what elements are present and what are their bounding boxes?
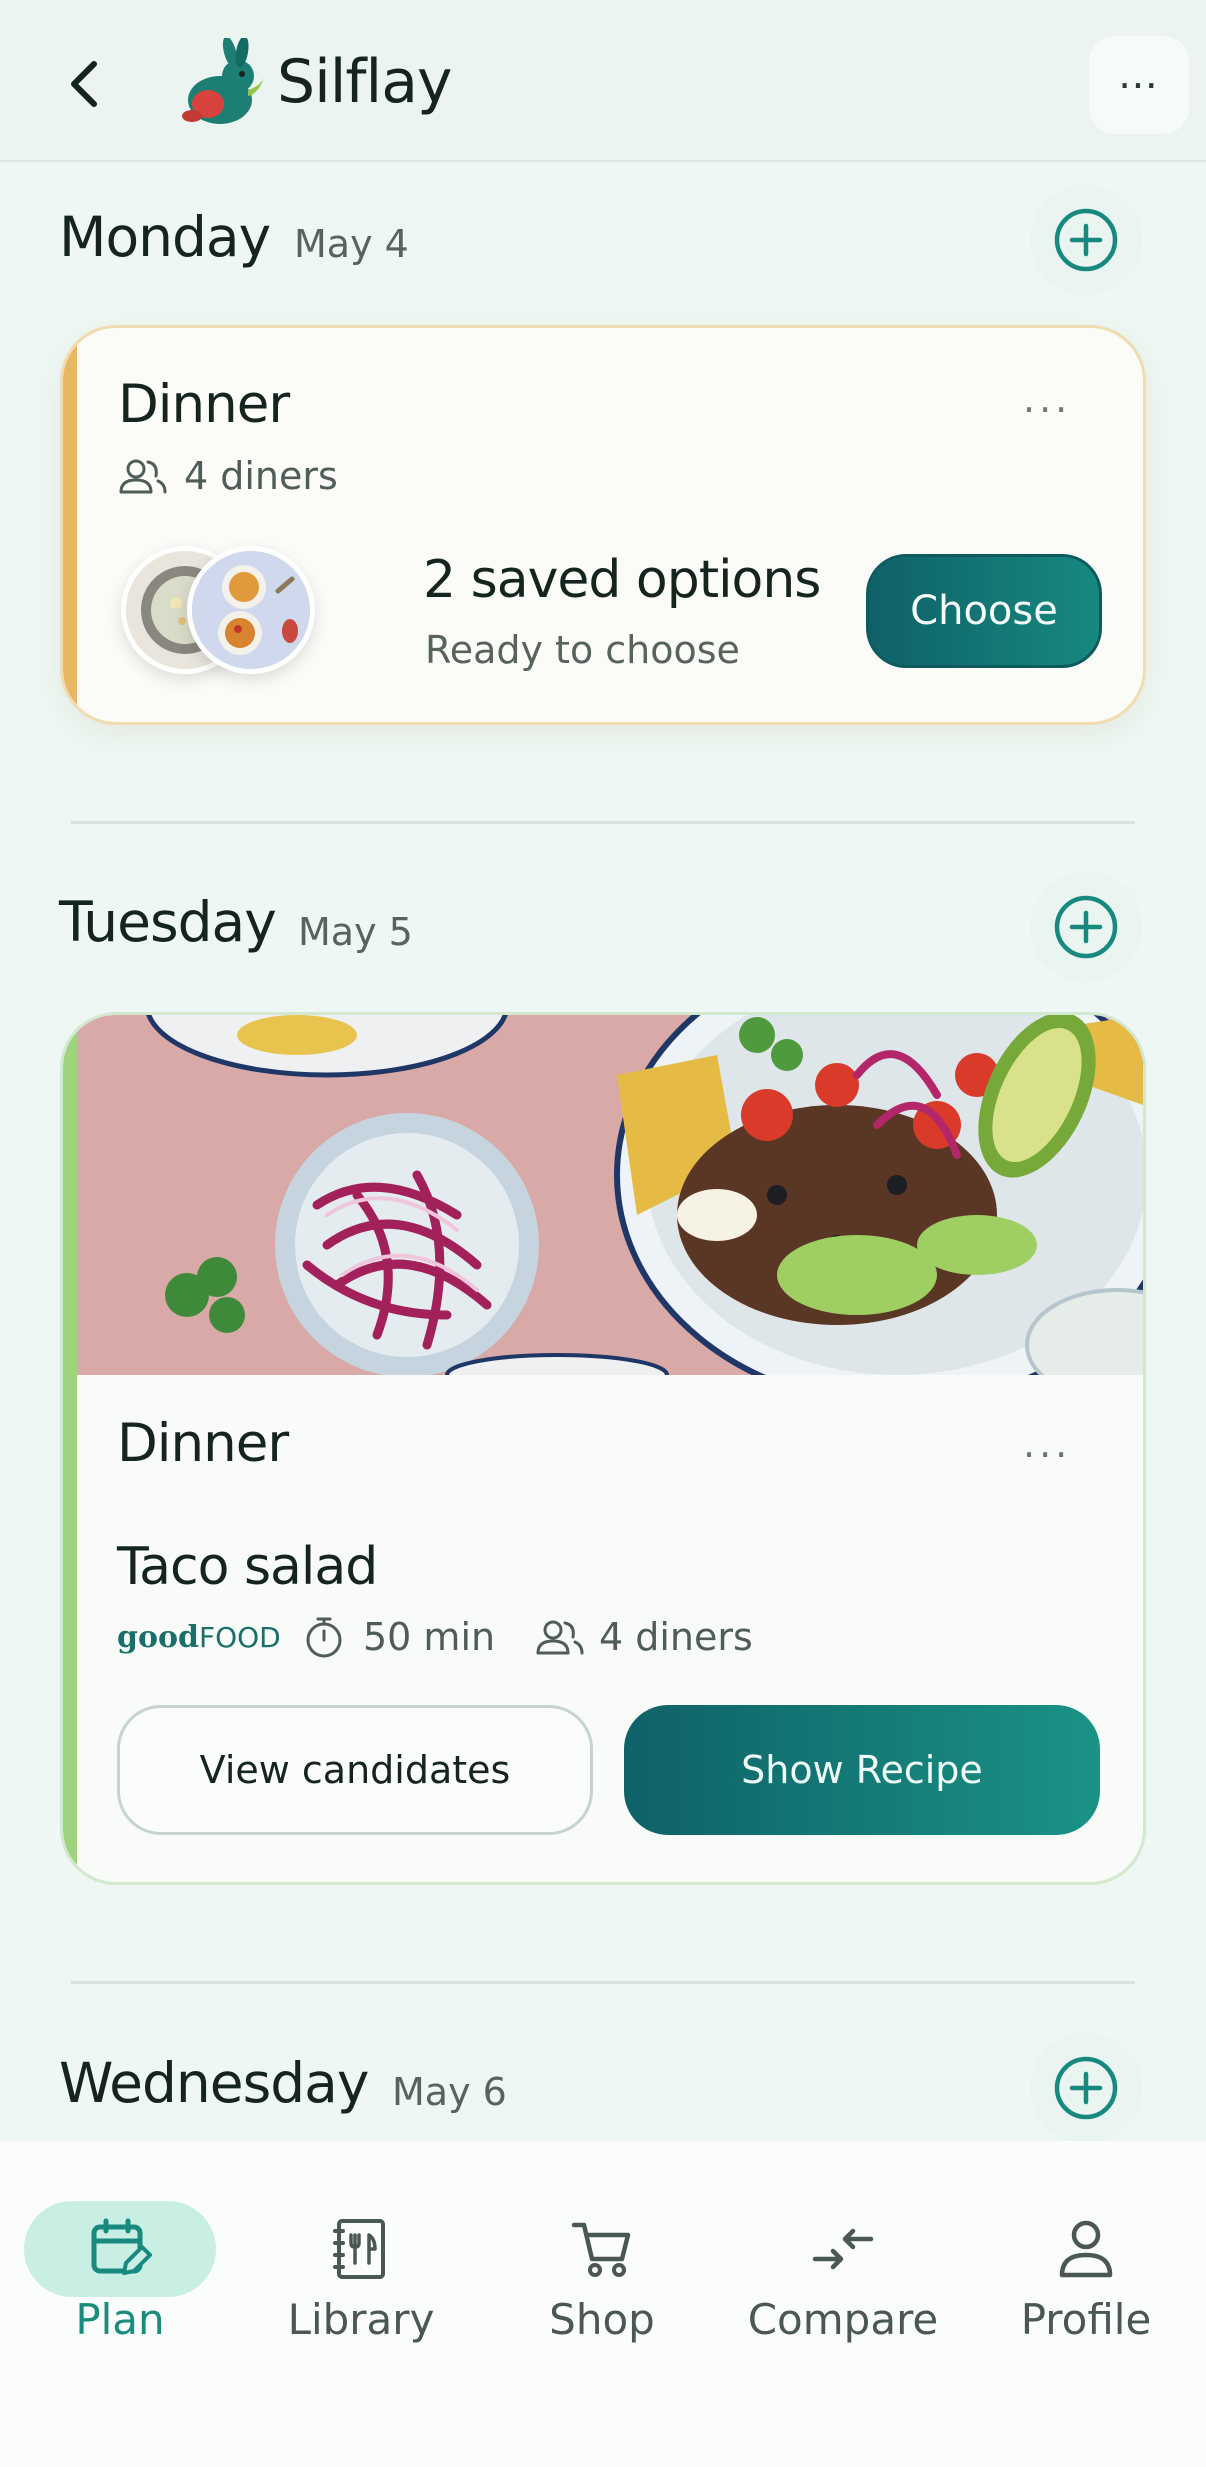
nav-item-shop[interactable]: Shop [492,2171,712,2361]
app-header: Silflay ⋯ [0,0,1206,162]
day-date-wednesday: May 6 [392,2070,507,2114]
nav-icon-wrap [506,2201,698,2297]
card-accent-bar [63,328,77,722]
more-horizontal-icon: ⋯ [1118,62,1160,108]
app-title: Silflay [277,47,452,117]
source-logo-light: FOOD [198,1621,281,1654]
show-recipe-button[interactable]: Show Recipe [624,1705,1100,1835]
day-divider [71,821,1135,824]
recipe-name: Taco salad [117,1537,378,1597]
nav-icon-wrap [990,2201,1182,2297]
add-meal-button-wednesday[interactable] [1030,2032,1142,2144]
day-divider [71,1981,1135,1984]
bottom-navigation: Plan Library Shop Compare Profile [0,2141,1206,2467]
nav-item-compare[interactable]: Compare [733,2171,953,2361]
timer-icon [306,1617,342,1658]
calendar-edit-icon [91,2218,152,2275]
meal-card-tuesday[interactable]: Dinner ··· Taco salad goodFOOD 50 min 4 … [60,1012,1146,1885]
card-accent-bar [63,1015,77,1882]
rabbit-logo-icon [182,38,264,124]
nav-icon-wrap [265,2201,457,2297]
diners-count: 4 diners [599,1615,753,1659]
nav-icon-wrap [747,2201,939,2297]
day-date-monday: May 4 [294,222,409,266]
nav-icon-wrap [24,2201,216,2297]
plus-circle-icon [1054,208,1118,272]
compare-arrows-icon [812,2228,874,2270]
nav-label: Compare [747,2295,939,2344]
source-logo-bold: good [117,1620,199,1655]
meal-title: Dinner [118,374,290,435]
back-button[interactable] [52,52,116,116]
day-title-wednesday: Wednesday [59,2051,369,2115]
nav-item-profile[interactable]: Profile [976,2171,1196,2361]
meal-more-button[interactable]: ··· [1023,1433,1071,1477]
cookbook-icon [333,2219,385,2279]
add-meal-button-monday[interactable] [1030,184,1142,296]
meal-title: Dinner [117,1413,289,1474]
nav-item-plan[interactable]: Plan [10,2171,230,2361]
day-date-tuesday: May 5 [298,910,413,954]
taco-salad-photo [77,1015,1143,1375]
day-title-monday: Monday [59,205,271,269]
chevron-left-icon [71,61,97,107]
choose-button[interactable]: Choose [866,554,1102,668]
nav-item-library[interactable]: Library [251,2171,471,2361]
more-options-button[interactable]: ⋯ [1089,36,1189,134]
add-meal-button-tuesday[interactable] [1030,871,1142,983]
cook-time: 50 min [363,1615,496,1659]
meal-more-button[interactable]: ··· [1023,388,1071,432]
saved-options-thumbnails [121,546,361,686]
diners-count: 4 diners [184,454,338,498]
nav-label: Plan [75,2295,165,2344]
people-icon [119,459,167,494]
meal-card-monday[interactable]: Dinner ··· 4 diners 2 saved options Read… [60,325,1146,725]
source-logo: goodFOOD [117,1620,281,1655]
people-icon [536,1620,584,1655]
cart-icon [571,2222,631,2277]
nav-label: Shop [549,2295,655,2344]
plus-circle-icon [1054,2056,1118,2120]
time-row: 50 min [303,1615,495,1659]
view-candidates-button[interactable]: View candidates [117,1705,593,1835]
nav-label: Library [287,2295,435,2344]
nav-label: Profile [1020,2295,1152,2344]
diners-row: 4 diners [535,1615,753,1659]
diners-row: 4 diners [118,454,338,498]
plus-circle-icon [1054,895,1118,959]
day-title-tuesday: Tuesday [59,890,277,954]
saved-options-title: 2 saved options [423,550,821,610]
saved-options-subtitle: Ready to choose [425,628,740,672]
option-thumbnail-2 [187,546,315,674]
person-icon [1059,2220,1113,2278]
